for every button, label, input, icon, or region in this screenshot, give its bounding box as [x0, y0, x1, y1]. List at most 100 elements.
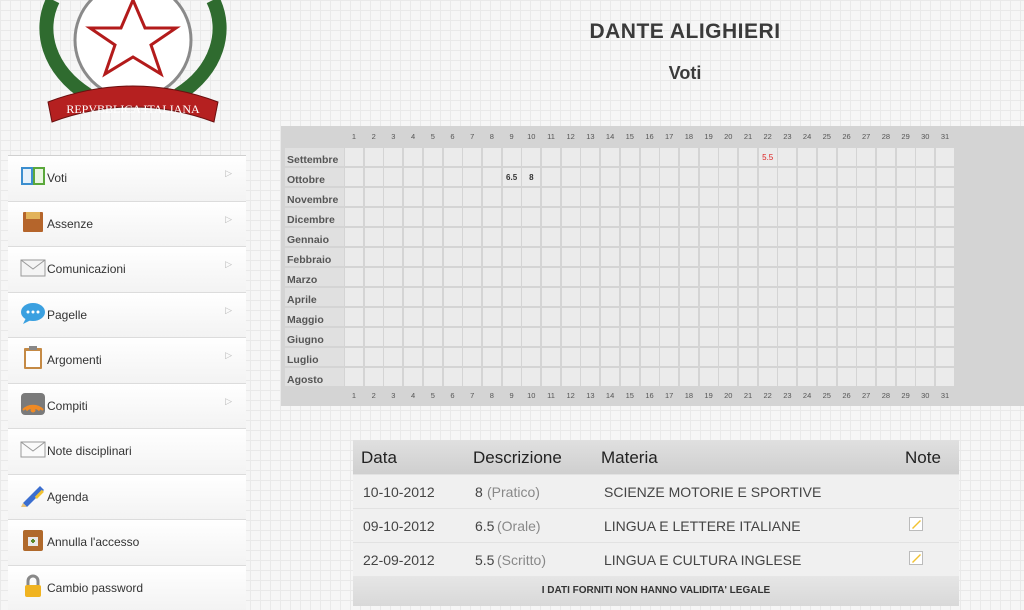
- day-cell: [818, 228, 837, 247]
- day-cell: [838, 268, 857, 287]
- day-cell: [522, 328, 541, 347]
- day-cell: [660, 248, 679, 267]
- day-cell: [562, 308, 581, 327]
- grade-cell[interactable]: 8: [522, 168, 541, 187]
- day-cell: [345, 288, 364, 307]
- day-cell: [542, 368, 561, 387]
- day-cell: [700, 188, 719, 207]
- day-cell: [680, 348, 699, 367]
- day-cell: [838, 148, 857, 167]
- chevron-right-icon: ▷: [225, 168, 232, 179]
- day-cell: [798, 288, 817, 307]
- day-cell: [503, 148, 522, 167]
- day-cell: [444, 268, 463, 287]
- day-cell: [719, 348, 738, 367]
- day-cell: [759, 348, 778, 367]
- day-cell: [778, 228, 797, 247]
- day-cell: [877, 368, 896, 387]
- sidebar-item-comunicazioni[interactable]: Comunicazioni ▷: [8, 246, 246, 292]
- day-cell: [601, 308, 620, 327]
- day-cell: [680, 168, 699, 187]
- table-row[interactable]: 22-09-2012 5.5 (Scritto) LINGUA E CULTUR…: [353, 542, 959, 576]
- day-cell: [857, 348, 876, 367]
- day-cell: [897, 168, 916, 187]
- month-row: Gennaio: [285, 228, 1024, 248]
- day-cell: [838, 328, 857, 347]
- school-name: DANTE ALIGHIERI: [520, 20, 850, 44]
- grade-calendar-grid: 1234567891011121314151617181920212223242…: [281, 126, 1024, 406]
- day-cell: [483, 248, 502, 267]
- day-cell: [818, 168, 837, 187]
- grade-cell[interactable]: 5.5: [759, 148, 778, 167]
- day-cell: [916, 228, 935, 247]
- table-row[interactable]: 09-10-2012 6.5 (Orale) LINGUA E LETTERE …: [353, 508, 959, 542]
- month-label: Maggio: [285, 308, 345, 327]
- table-row[interactable]: 10-10-2012 8 (Pratico) SCIENZE MOTORIE E…: [353, 474, 959, 508]
- day-cell: [503, 188, 522, 207]
- day-number-bottom: 18: [679, 391, 699, 400]
- day-cell: [562, 348, 581, 367]
- month-row: Maggio: [285, 308, 1024, 328]
- day-cell: [897, 368, 916, 387]
- day-cell: [404, 228, 423, 247]
- day-cell: [916, 168, 935, 187]
- padlock-icon: [20, 574, 46, 598]
- day-cell: [680, 248, 699, 267]
- note-icon[interactable]: [909, 551, 923, 565]
- day-cell: [897, 308, 916, 327]
- sidebar-item-argomenti[interactable]: Argomenti ▷: [8, 337, 246, 383]
- day-cell: [916, 188, 935, 207]
- day-cell: [700, 368, 719, 387]
- grades-table: Data Descrizione Materia Note 10-10-2012…: [353, 440, 959, 606]
- mail-icon: [20, 255, 46, 279]
- day-cell: [700, 268, 719, 287]
- day-cell: [503, 288, 522, 307]
- day-cell: [365, 208, 384, 227]
- day-cell: [424, 248, 443, 267]
- row-subject: LINGUA E LETTERE ITALIANE: [604, 518, 801, 534]
- day-number-bottom: 26: [837, 391, 857, 400]
- sidebar-item-label: Voti: [47, 171, 67, 185]
- sidebar-item-pagelle[interactable]: Pagelle ▷: [8, 292, 246, 338]
- day-cell: [916, 148, 935, 167]
- day-number-top: 23: [777, 132, 797, 141]
- day-cell: [424, 288, 443, 307]
- sidebar-item-agenda[interactable]: Agenda: [8, 474, 246, 520]
- sidebar-item-voti[interactable]: Voti ▷: [8, 155, 246, 201]
- sidebar-item-assenze[interactable]: Assenze ▷: [8, 201, 246, 247]
- day-cell: [562, 368, 581, 387]
- day-cell: [838, 288, 857, 307]
- row-grade: 6.5: [475, 518, 494, 534]
- sidebar-item-cambio-password[interactable]: Cambio password: [8, 565, 246, 610]
- day-cell: [739, 368, 758, 387]
- day-number-top: 16: [640, 132, 660, 141]
- day-cell: [522, 348, 541, 367]
- row-grade-type: (Pratico): [487, 484, 540, 500]
- folder-icon: [20, 210, 46, 234]
- grade-cell[interactable]: 6.5: [503, 168, 522, 187]
- day-cell: [700, 148, 719, 167]
- day-cell: [522, 228, 541, 247]
- sidebar-item-annulla-accesso[interactable]: Annulla l'accesso: [8, 519, 246, 565]
- day-cell: [542, 148, 561, 167]
- month-label: Ottobre: [285, 168, 345, 187]
- sidebar-item-compiti[interactable]: Compiti ▷: [8, 383, 246, 429]
- day-number-top: 6: [443, 132, 463, 141]
- day-cell: [739, 248, 758, 267]
- day-cell: [778, 148, 797, 167]
- day-cell: [542, 208, 561, 227]
- day-cell: [522, 368, 541, 387]
- day-cell: [503, 328, 522, 347]
- day-cell: [700, 288, 719, 307]
- day-cell: [857, 248, 876, 267]
- day-cell: [365, 248, 384, 267]
- sidebar-item-note-disciplinari[interactable]: Note disciplinari: [8, 428, 246, 474]
- day-cell: [463, 208, 482, 227]
- day-cell: [404, 308, 423, 327]
- day-cell: [778, 268, 797, 287]
- day-cell: [680, 148, 699, 167]
- rss-icon: [20, 392, 46, 416]
- day-cell: [581, 188, 600, 207]
- note-icon[interactable]: [909, 517, 923, 531]
- day-number-top: 20: [718, 132, 738, 141]
